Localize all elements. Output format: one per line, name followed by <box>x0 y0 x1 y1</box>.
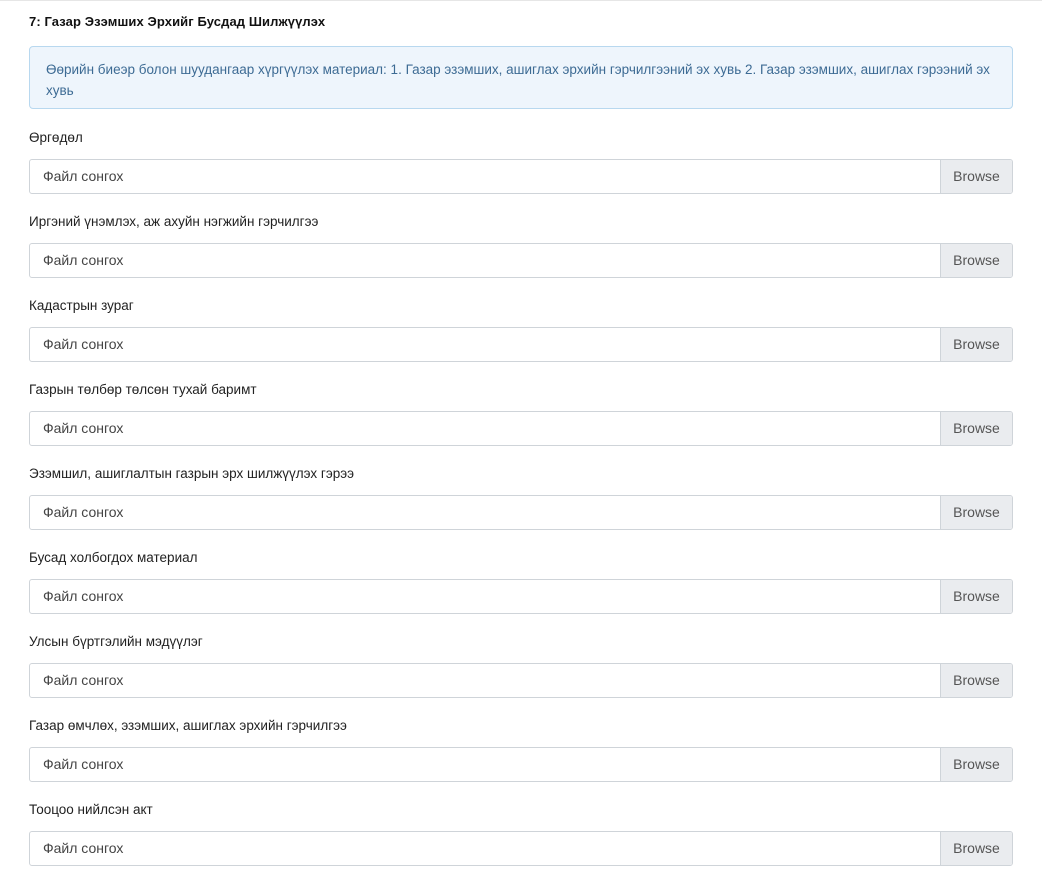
browse-button[interactable]: Browse <box>940 244 1012 277</box>
browse-button[interactable]: Browse <box>940 748 1012 781</box>
file-input-other-materials[interactable]: Файл сонгох Browse <box>29 579 1013 614</box>
browse-button[interactable]: Browse <box>940 580 1012 613</box>
file-placeholder[interactable]: Файл сонгох <box>30 244 940 277</box>
field-state-registration: Улсын бүртгэлийн мэдүүлэг Файл сонгох Br… <box>29 633 1013 698</box>
file-placeholder[interactable]: Файл сонгох <box>30 328 940 361</box>
file-input-payment-receipt[interactable]: Файл сонгох Browse <box>29 411 1013 446</box>
field-label: Өргөдөл <box>29 130 83 145</box>
field-label: Бусад холбогдох материал <box>29 550 198 565</box>
field-application: Өргөдөл Файл сонгох Browse <box>29 129 1013 194</box>
file-placeholder[interactable]: Файл сонгох <box>30 496 940 529</box>
field-settlement-act: Тооцоо нийлсэн акт Файл сонгох Browse <box>29 801 1013 866</box>
section-title: 7: Газар Эзэмших Эрхийг Бусдад Шилжүүлэх <box>29 14 326 29</box>
browse-button[interactable]: Browse <box>940 664 1012 697</box>
file-input-land-rights-certificate[interactable]: Файл сонгох Browse <box>29 747 1013 782</box>
field-label: Кадастрын зураг <box>29 298 134 313</box>
file-input-transfer-contract[interactable]: Файл сонгох Browse <box>29 495 1013 530</box>
field-label: Тооцоо нийлсэн акт <box>29 802 153 817</box>
top-divider <box>0 0 1042 1</box>
file-placeholder[interactable]: Файл сонгох <box>30 580 940 613</box>
file-placeholder[interactable]: Файл сонгох <box>30 664 940 697</box>
browse-button[interactable]: Browse <box>940 832 1012 865</box>
field-label: Эзэмшил, ашиглалтын газрын эрх шилжүүлэх… <box>29 466 355 481</box>
field-cadastral-map: Кадастрын зураг Файл сонгох Browse <box>29 297 1013 362</box>
file-input-cadastral-map[interactable]: Файл сонгох Browse <box>29 327 1013 362</box>
file-input-id-certificate[interactable]: Файл сонгох Browse <box>29 243 1013 278</box>
field-transfer-contract: Эзэмшил, ашиглалтын газрын эрх шилжүүлэх… <box>29 465 1013 530</box>
browse-button[interactable]: Browse <box>940 496 1012 529</box>
upload-form-page: 7: Газар Эзэмших Эрхийг Бусдад Шилжүүлэх… <box>0 0 1042 869</box>
field-payment-receipt: Газрын төлбөр төлсөн тухай баримт Файл с… <box>29 381 1013 446</box>
file-placeholder[interactable]: Файл сонгох <box>30 832 940 865</box>
field-label: Газар өмчлөх, эзэмших, ашиглах эрхийн гэ… <box>29 718 347 733</box>
info-alert: Өөрийн биеэр болон шуудангаар хүргүүлэх … <box>29 46 1013 109</box>
field-land-rights-certificate: Газар өмчлөх, эзэмших, ашиглах эрхийн гэ… <box>29 717 1013 782</box>
field-label: Газрын төлбөр төлсөн тухай баримт <box>29 382 257 397</box>
browse-button[interactable]: Browse <box>940 412 1012 445</box>
file-placeholder[interactable]: Файл сонгох <box>30 160 940 193</box>
field-label: Улсын бүртгэлийн мэдүүлэг <box>29 634 203 649</box>
file-placeholder[interactable]: Файл сонгох <box>30 748 940 781</box>
field-label: Иргэний үнэмлэх, аж ахуйн нэгжийн гэрчил… <box>29 214 319 229</box>
file-input-application[interactable]: Файл сонгох Browse <box>29 159 1013 194</box>
file-input-settlement-act[interactable]: Файл сонгох Browse <box>29 831 1013 866</box>
file-placeholder[interactable]: Файл сонгох <box>30 412 940 445</box>
browse-button[interactable]: Browse <box>940 160 1012 193</box>
field-id-certificate: Иргэний үнэмлэх, аж ахуйн нэгжийн гэрчил… <box>29 213 1013 278</box>
file-input-state-registration[interactable]: Файл сонгох Browse <box>29 663 1013 698</box>
field-other-materials: Бусад холбогдох материал Файл сонгох Bro… <box>29 549 1013 614</box>
browse-button[interactable]: Browse <box>940 328 1012 361</box>
